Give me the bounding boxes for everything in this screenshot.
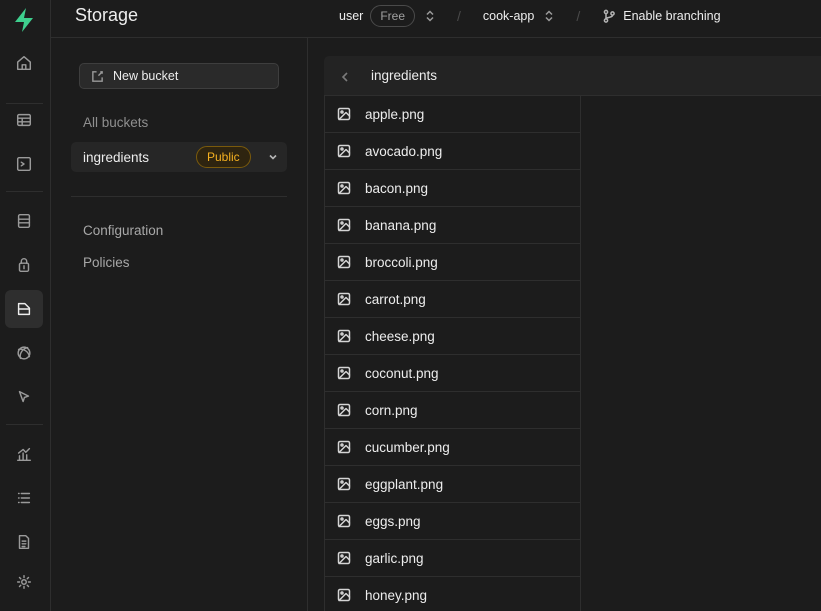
file-row[interactable]: banana.png: [325, 207, 580, 244]
image-file-icon: [337, 366, 351, 380]
rail-divider: [6, 424, 43, 425]
page-title: Storage: [75, 5, 139, 25]
git-branch-icon: [602, 9, 616, 23]
chevron-down-icon[interactable]: [267, 151, 279, 163]
reports-icon[interactable]: [5, 435, 43, 473]
settings-icon[interactable]: [5, 563, 43, 601]
breadcrumb-separator: /: [457, 8, 461, 24]
brand-logo-icon[interactable]: [10, 6, 38, 34]
breadcrumb-separator: /: [576, 8, 581, 24]
file-name: coconut.png: [365, 365, 439, 381]
app-window: Storage user Free / cook-app / Enable br…: [0, 0, 821, 611]
file-name: corn.png: [365, 402, 418, 418]
public-badge: Public: [196, 146, 251, 168]
file-row[interactable]: eggs.png: [325, 503, 580, 540]
image-file-icon: [337, 181, 351, 195]
image-file-icon: [337, 255, 351, 269]
plan-badge: Free: [370, 5, 416, 27]
file-name: cucumber.png: [365, 439, 450, 455]
table-editor-icon[interactable]: [5, 101, 43, 139]
top-bar: Storage user Free / cook-app / Enable br…: [51, 0, 821, 38]
realtime-icon[interactable]: [5, 334, 43, 372]
image-file-icon: [337, 514, 351, 528]
file-row[interactable]: garlic.png: [325, 540, 580, 577]
icon-rail: [0, 0, 51, 611]
file-explorer: ingredients apple.png avocado.png bacon.…: [324, 56, 821, 611]
logs-icon[interactable]: [5, 479, 43, 517]
file-name: avocado.png: [365, 143, 443, 159]
new-bucket-label: New bucket: [113, 69, 179, 83]
image-file-icon: [337, 329, 351, 343]
file-row[interactable]: corn.png: [325, 392, 580, 429]
file-name: banana.png: [365, 217, 437, 233]
edit-icon: [92, 70, 103, 82]
file-column: apple.png avocado.png bacon.png banana.p…: [324, 96, 581, 611]
file-name: eggs.png: [365, 513, 421, 529]
image-file-icon: [337, 588, 351, 602]
home-icon[interactable]: [5, 44, 43, 82]
file-name: carrot.png: [365, 291, 426, 307]
file-row[interactable]: avocado.png: [325, 133, 580, 170]
image-file-icon: [337, 477, 351, 491]
sidebar-divider: [71, 196, 287, 197]
file-name: garlic.png: [365, 550, 424, 566]
image-file-icon: [337, 440, 351, 454]
chevron-left-icon[interactable]: [340, 70, 350, 82]
api-docs-icon[interactable]: [5, 523, 43, 561]
org-switcher-icon[interactable]: [425, 10, 435, 22]
rail-divider: [6, 191, 43, 192]
file-name: apple.png: [365, 106, 425, 122]
new-bucket-button[interactable]: New bucket: [79, 63, 279, 89]
file-row[interactable]: eggplant.png: [325, 466, 580, 503]
file-row[interactable]: carrot.png: [325, 281, 580, 318]
bucket-name: ingredients: [83, 149, 150, 165]
org-name[interactable]: user: [339, 9, 363, 23]
file-name: bacon.png: [365, 180, 429, 196]
image-file-icon: [337, 107, 351, 121]
file-row[interactable]: coconut.png: [325, 355, 580, 392]
file-row[interactable]: apple.png: [325, 96, 580, 133]
file-row[interactable]: cheese.png: [325, 318, 580, 355]
file-name: broccoli.png: [365, 254, 438, 270]
image-file-icon: [337, 403, 351, 417]
file-row[interactable]: broccoli.png: [325, 244, 580, 281]
file-name: eggplant.png: [365, 476, 444, 492]
project-name[interactable]: cook-app: [483, 9, 534, 23]
file-name: honey.png: [365, 587, 428, 603]
database-icon[interactable]: [5, 202, 43, 240]
file-row[interactable]: cucumber.png: [325, 429, 580, 466]
image-file-icon: [337, 551, 351, 565]
sql-editor-icon[interactable]: [5, 145, 43, 183]
breadcrumb: user Free / cook-app / Enable branching: [339, 4, 721, 28]
file-name: cheese.png: [365, 328, 435, 344]
explorer-header: ingredients: [324, 56, 821, 96]
storage-sidebar: New bucket All buckets ingredients Publi…: [51, 38, 308, 611]
all-buckets-heading: All buckets: [83, 115, 149, 130]
file-row[interactable]: honey.png: [325, 577, 580, 611]
image-file-icon: [337, 218, 351, 232]
project-switcher-icon[interactable]: [544, 10, 554, 22]
image-file-icon: [337, 144, 351, 158]
bucket-item-ingredients[interactable]: ingredients Public: [71, 142, 287, 172]
current-bucket-name: ingredients: [371, 68, 438, 83]
auth-icon[interactable]: [5, 246, 43, 284]
storage-icon[interactable]: [5, 290, 43, 328]
configuration-link[interactable]: Configuration: [83, 223, 163, 238]
file-row[interactable]: bacon.png: [325, 170, 580, 207]
policies-link[interactable]: Policies: [83, 255, 130, 270]
enable-branching-button[interactable]: Enable branching: [623, 9, 720, 23]
edge-functions-icon[interactable]: [5, 378, 43, 416]
image-file-icon: [337, 292, 351, 306]
